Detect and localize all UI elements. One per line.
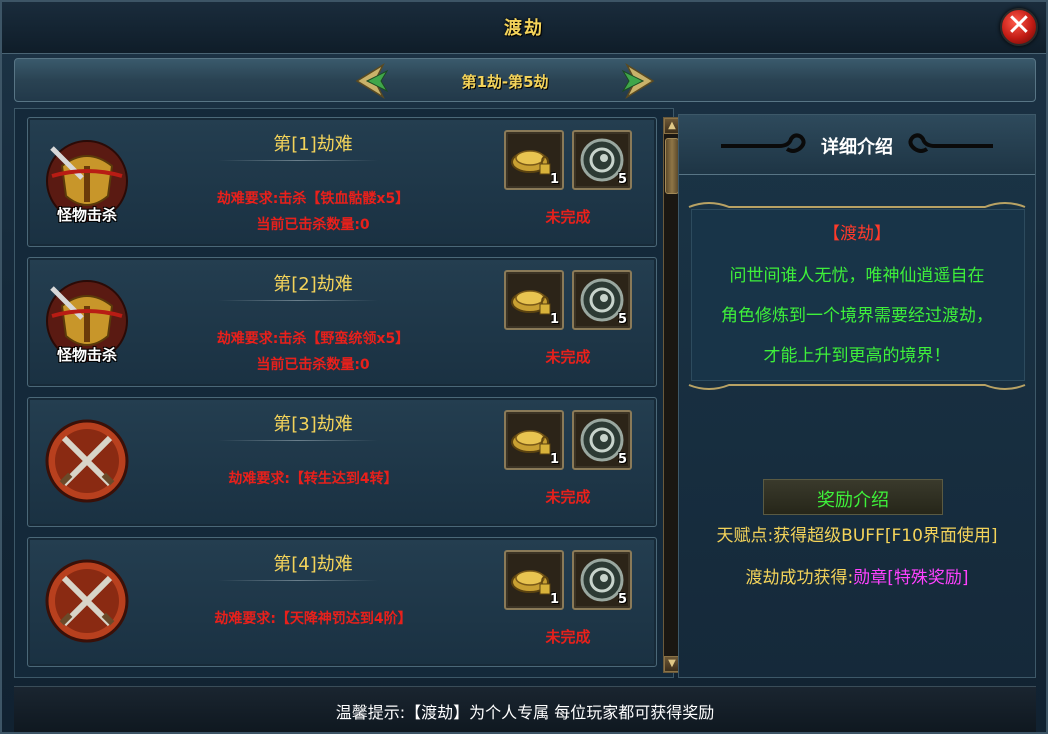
row-requirement: 劫难要求:击杀【野蛮统领x5】	[216, 331, 410, 347]
detail-panel: 详细介绍 【渡劫】 问世间谁人无忧，唯神仙逍遥自在 角色修炼到一个境界需要经过渡…	[678, 114, 1036, 678]
reward-intro-tab: 奖励介绍	[763, 479, 943, 515]
window-title: 渡劫	[504, 18, 544, 39]
reward-slot[interactable]: 5	[572, 550, 632, 610]
page-nav: 第1劫-第5劫	[14, 58, 1036, 102]
row-status: 未完成	[545, 488, 591, 506]
row-title: 第[3]劫难	[273, 414, 353, 435]
row-status: 未完成	[545, 348, 591, 366]
right-arrow-icon[interactable]	[617, 63, 657, 99]
intro-line: 问世间谁人无忧，唯神仙逍遥自在	[729, 266, 985, 286]
row-icon-label: 怪物击杀	[56, 346, 117, 364]
reward-count: 1	[549, 452, 559, 467]
tribulation-row-4: 第[4]劫难 劫难要求:【天降神罚达到4阶】 1 5 未完成	[27, 537, 657, 667]
scroll-thumb[interactable]	[665, 138, 679, 194]
row-progress: 当前已击杀数量:0	[256, 217, 370, 233]
reward-count: 1	[549, 312, 559, 327]
page-range-label: 第1劫-第5劫	[461, 73, 549, 91]
success-reward-line: 渡劫成功获得:勋章[特殊奖励]	[679, 563, 1035, 588]
tribulation-window: 渡劫 ✕ 第1劫-第5劫 怪物击杀 第[1]劫难 劫难要求:击杀【铁血骷髅x5】…	[0, 0, 1048, 734]
row-divider	[218, 440, 378, 441]
title-bar: 渡劫 ✕	[2, 2, 1046, 54]
intro-line: 角色修炼到一个境界需要经过渡劫，	[721, 306, 993, 326]
reward-slot[interactable]: 5	[572, 410, 632, 470]
row-status: 未完成	[545, 628, 591, 646]
reward-count: 5	[617, 452, 627, 467]
crossed-swords-icon	[45, 419, 129, 503]
intro-line: 才能上升到更高的境界！	[763, 346, 951, 366]
row-title: 第[1]劫难	[273, 134, 353, 155]
cloud-ornament-icon	[908, 133, 993, 153]
reward-slot[interactable]: 1	[504, 130, 564, 190]
success-reward-prefix: 渡劫成功获得:	[745, 568, 854, 588]
reward-slot[interactable]: 5	[572, 270, 632, 330]
ornament-divider	[688, 384, 1026, 390]
row-requirement: 劫难要求:【转生达到4转】	[228, 471, 398, 487]
reward-count: 5	[617, 172, 627, 187]
reward-intro-label: 奖励介绍	[817, 490, 889, 511]
row-title: 第[2]劫难	[273, 274, 353, 295]
success-reward-value: 勋章[特殊奖励]	[853, 568, 969, 588]
talent-point-reward: 天赋点:获得超级BUFF[F10界面使用]	[716, 526, 998, 546]
row-requirement: 劫难要求:【天降神罚达到4阶】	[214, 611, 412, 627]
row-divider	[218, 160, 378, 161]
reward-count: 5	[617, 592, 627, 607]
crossed-swords-icon	[45, 559, 129, 643]
row-progress: 当前已击杀数量:0	[256, 357, 370, 373]
tip-text: 温馨提示:【渡劫】为个人专属 每位玩家都可获得奖励	[335, 703, 715, 722]
reward-slot[interactable]: 5	[572, 130, 632, 190]
row-divider	[218, 300, 378, 301]
reward-slot[interactable]: 1	[504, 270, 564, 330]
reward-count: 5	[617, 312, 627, 327]
row-requirement: 劫难要求:击杀【铁血骷髅x5】	[216, 191, 410, 207]
reward-count: 1	[549, 172, 559, 187]
intro-title: 【渡劫】	[823, 224, 891, 244]
reward-count: 1	[549, 592, 559, 607]
tribulation-row-1: 怪物击杀 第[1]劫难 劫难要求:击杀【铁血骷髅x5】 当前已击杀数量:0 1	[27, 117, 657, 247]
row-icon-label: 怪物击杀	[56, 206, 117, 224]
left-arrow-icon[interactable]	[353, 63, 393, 99]
tribulation-row-2: 怪物击杀 第[2]劫难 劫难要求:击杀【野蛮统领x5】 当前已击杀数量:0 1	[27, 257, 657, 387]
tribulation-list: 怪物击杀 第[1]劫难 劫难要求:击杀【铁血骷髅x5】 当前已击杀数量:0 1	[14, 108, 681, 678]
tribulation-row-3: 第[3]劫难 劫难要求:【转生达到4转】 1 5 未完成	[27, 397, 657, 527]
reward-slot[interactable]: 1	[504, 410, 564, 470]
reward-slot[interactable]: 1	[504, 550, 564, 610]
row-divider	[218, 580, 378, 581]
row-title: 第[4]劫难	[273, 554, 353, 575]
row-status: 未完成	[545, 208, 591, 226]
close-button[interactable]: ✕	[1000, 8, 1038, 46]
detail-header: 详细介绍	[679, 115, 1035, 175]
tip-bar: 温馨提示:【渡劫】为个人专属 每位玩家都可获得奖励	[14, 686, 1036, 732]
